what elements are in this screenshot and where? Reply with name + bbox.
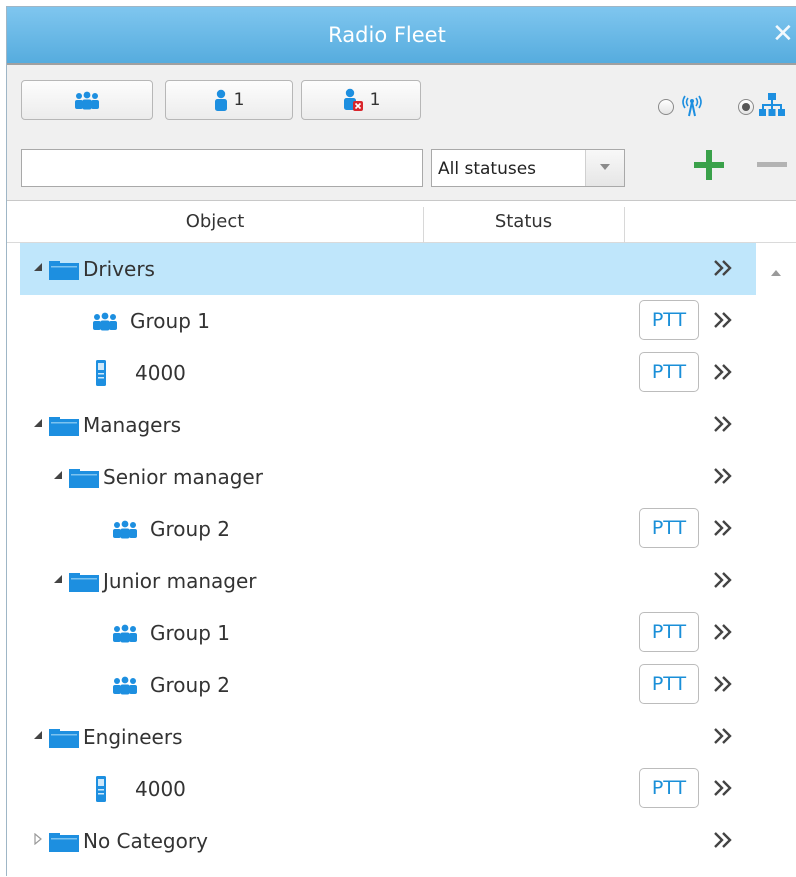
expand-actions-icon[interactable] [712, 674, 734, 694]
folder-icon [49, 261, 79, 280]
column-header-object[interactable]: Object [7, 201, 423, 243]
folder-icon [69, 573, 99, 592]
tree-row-label: Managers [83, 413, 182, 437]
group-icon [113, 520, 137, 539]
expand-actions-icon[interactable] [712, 258, 734, 278]
tree-row-label: Engineers [83, 725, 183, 749]
expand-actions-icon[interactable] [712, 570, 734, 590]
ptt-button[interactable]: PTT [639, 300, 699, 340]
ptt-button[interactable]: PTT [639, 508, 699, 548]
folder-icon [49, 729, 79, 748]
collapse-arrow-icon[interactable] [33, 261, 43, 273]
expand-actions-icon[interactable] [712, 362, 734, 382]
radio-device-icon [96, 360, 106, 386]
tree-row-label: Group 2 [150, 517, 230, 541]
expand-actions-icon[interactable] [712, 622, 734, 642]
filter-offline-users-button[interactable]: 1 [301, 80, 421, 120]
minus-icon[interactable] [755, 161, 789, 169]
radio-device-icon [96, 776, 106, 802]
tree-row-category[interactable]: No Category [20, 815, 756, 867]
tree-row-group[interactable]: Group 1 PTT [20, 607, 756, 659]
vertical-scrollbar[interactable] [756, 243, 796, 877]
group-icon [75, 91, 99, 110]
hierarchy-icon [759, 93, 785, 116]
expand-actions-icon[interactable] [712, 466, 734, 486]
column-divider[interactable] [624, 207, 625, 243]
expand-arrow-icon[interactable] [33, 833, 43, 845]
collapse-arrow-icon[interactable] [53, 573, 63, 585]
tree-row-category[interactable]: Senior manager [20, 451, 756, 503]
ptt-button[interactable]: PTT [639, 352, 699, 392]
view-radio-network-option[interactable] [658, 99, 674, 115]
object-tree: Drivers Group 1 PTT 4000 PTT Managers Senior m… [7, 243, 796, 877]
user-icon [214, 89, 227, 111]
group-icon [113, 624, 137, 643]
collapse-arrow-icon[interactable] [53, 469, 63, 481]
tree-header: Object Status [7, 201, 796, 243]
collapse-arrow-icon[interactable] [33, 729, 43, 741]
expand-actions-icon[interactable] [712, 518, 734, 538]
view-hierarchy-option[interactable] [738, 99, 754, 115]
search-input[interactable] [21, 149, 423, 187]
tree-row-label: Junior manager [103, 569, 257, 593]
close-icon[interactable]: ✕ [772, 21, 796, 47]
ptt-button[interactable]: PTT [639, 612, 699, 652]
tree-row-label: Group 1 [150, 621, 230, 645]
tree-row-label: No Category [83, 829, 208, 853]
folder-icon [69, 469, 99, 488]
folder-icon [49, 833, 79, 852]
user-offline-icon [343, 88, 363, 111]
filter-groups-button[interactable] [21, 80, 153, 120]
users-count: 1 [233, 90, 245, 110]
folder-icon [49, 417, 79, 436]
ptt-button[interactable]: PTT [639, 664, 699, 704]
expand-actions-icon[interactable] [712, 414, 734, 434]
tree-row-label: Group 1 [130, 309, 210, 333]
collapse-arrow-icon[interactable] [33, 417, 43, 429]
tree-row-group[interactable]: Group 1 PTT [20, 295, 756, 347]
group-icon [93, 312, 117, 331]
chevron-down-icon[interactable] [585, 150, 624, 186]
column-header-status[interactable]: Status [424, 201, 623, 243]
window-title: Radio Fleet [328, 23, 446, 47]
status-filter-select[interactable]: All statuses [431, 149, 625, 187]
expand-actions-icon[interactable] [712, 310, 734, 330]
tree-row-label: Drivers [83, 257, 155, 281]
ptt-button[interactable]: PTT [639, 768, 699, 808]
title-bar: Radio Fleet ✕ [7, 7, 796, 63]
plus-icon[interactable] [691, 147, 727, 183]
tree-row-group[interactable]: Group 2 PTT [20, 503, 756, 555]
filter-users-button[interactable]: 1 [165, 80, 293, 120]
tree-row-label: 4000 [135, 777, 186, 801]
tree-row-radio[interactable]: 4000 PTT [20, 347, 756, 399]
tree-row-category[interactable]: Engineers [20, 711, 756, 763]
toolbar: 1 1 All statuses [7, 63, 796, 201]
expand-actions-icon[interactable] [712, 726, 734, 746]
tree-row-label: 4000 [135, 361, 186, 385]
tree-row-category[interactable]: Junior manager [20, 555, 756, 607]
group-icon [113, 676, 137, 695]
offline-users-count: 1 [369, 90, 381, 110]
radio-network-icon [682, 95, 702, 117]
tree-row-radio[interactable]: 4000 PTT [20, 763, 756, 815]
expand-actions-icon[interactable] [712, 778, 734, 798]
radio-fleet-window: Radio Fleet ✕ 1 1 All statuses Object St… [6, 6, 796, 877]
tree-row-category[interactable]: Managers [20, 399, 756, 451]
tree-row-label: Group 2 [150, 673, 230, 697]
expand-actions-icon[interactable] [712, 830, 734, 850]
scroll-up-icon[interactable] [771, 269, 781, 277]
tree-row-label: Senior manager [103, 465, 263, 489]
tree-row-group[interactable]: Group 2 PTT [20, 659, 756, 711]
status-filter-value: All statuses [438, 159, 537, 179]
tree-row-category[interactable]: Drivers [20, 243, 756, 295]
